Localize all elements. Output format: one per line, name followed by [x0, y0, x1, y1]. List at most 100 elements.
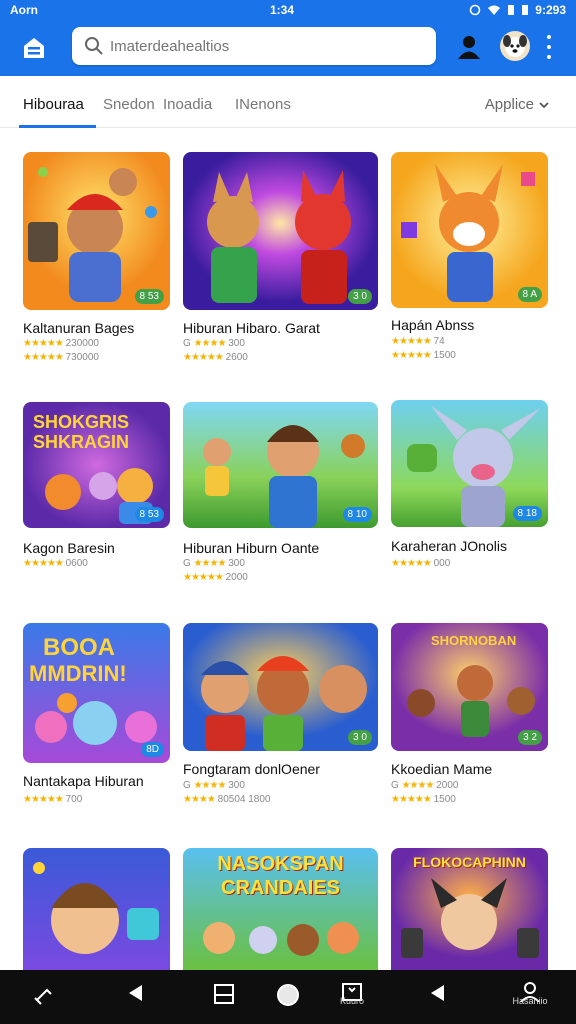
rating-stars: ★★★★★ — [391, 350, 432, 361]
game-rating: G ★★★★ 300 — [183, 338, 245, 349]
rating-stars: ★★★★★ — [23, 338, 64, 349]
game-rating: ★★★★★ 74 — [391, 336, 445, 347]
tab-inoadia[interactable]: Inoadia — [163, 96, 212, 113]
game-thumbnail[interactable]: SHORNOBAN 3 2 — [391, 623, 548, 751]
rotate-icon — [34, 988, 52, 1005]
game-thumbnail[interactable]: 8 53 — [23, 152, 170, 310]
game-rating: ★★★★★ 000 — [391, 558, 451, 569]
home-circle-icon — [277, 984, 299, 1006]
game-thumbnail[interactable] — [23, 848, 170, 970]
banner-text: NASOKSPAN CRANDAIES — [217, 853, 350, 899]
game-thumbnail[interactable]: NASOKSPAN CRANDAIES — [183, 848, 378, 970]
back-triangle-icon — [431, 985, 444, 1001]
active-tab-indicator — [19, 125, 96, 128]
sort-label: Applice — [484, 96, 534, 113]
search-input[interactable] — [110, 35, 420, 57]
game-rating-count: ★★★★★ 1500 — [391, 794, 456, 805]
tab-snedon[interactable]: Snedon — [103, 96, 155, 113]
game-badge: 8 53 — [134, 289, 164, 304]
battery-icon — [508, 5, 515, 15]
svg-text:SHKRAGIN: SHKRAGIN — [33, 432, 129, 452]
app-home-icon — [24, 38, 44, 58]
chevron-down-icon — [539, 101, 549, 108]
game-thumbnail[interactable]: 8 18 — [391, 400, 548, 527]
svg-text:MMDRIN!: MMDRIN! — [29, 661, 127, 686]
game-rating-count: ★★★★ 80504 1800 — [183, 794, 271, 805]
game-badge: 8 53 — [134, 507, 164, 522]
game-rating-count: ★★★★★ 2600 — [183, 352, 248, 363]
sync-icon — [469, 4, 481, 16]
back-triangle-icon — [129, 985, 142, 1001]
game-thumbnail[interactable]: BOOA MMDRIN! 8D — [23, 623, 170, 763]
nav-back-button[interactable] — [116, 982, 156, 1009]
category-tabs: Hibouraa Snedon Inoadia INenons Applice — [0, 76, 576, 128]
svg-text:SHORNOBAN: SHORNOBAN — [431, 633, 516, 648]
svg-text:BOOA: BOOA — [43, 634, 115, 661]
signal-icon — [522, 5, 529, 15]
game-badge: 8 A — [517, 287, 542, 302]
game-title: Kagon Baresin — [23, 540, 115, 556]
nav-library-label: Kuuro — [339, 996, 365, 1006]
home-button[interactable] — [18, 32, 50, 64]
rating-stars: ★★★★ — [183, 794, 216, 805]
search-bar[interactable] — [72, 27, 436, 65]
game-title: Kkoedian Mame — [391, 761, 493, 777]
nav-recents-button[interactable] — [204, 982, 244, 1011]
game-title: Fongtaram donlOener — [183, 761, 320, 777]
game-title: Nantakapa Hiburan — [23, 773, 144, 789]
game-rating: ★★★★★ 0600 — [23, 558, 88, 569]
rating-stars: ★★★★★ — [23, 558, 64, 569]
rating-stars: ★★★★★ — [391, 794, 432, 805]
status-time: 9:293 — [535, 3, 566, 17]
game-thumbnail[interactable]: 8 A — [391, 152, 548, 308]
more-options-icon[interactable] — [542, 32, 556, 62]
game-title: Hiburan Hiburn Oante — [183, 540, 320, 556]
game-badge: 3 0 — [348, 730, 372, 745]
game-thumbnail[interactable]: 8 10 — [183, 402, 378, 528]
app-bar — [0, 20, 576, 76]
game-thumbnail[interactable]: 3 0 — [183, 152, 378, 310]
game-rating: G ★★★★ 300 — [183, 780, 245, 791]
banner-text: FLOKOCAPHINN — [413, 854, 526, 870]
recents-icon — [214, 984, 234, 1004]
game-rating-count: ★★★★★ 1500 — [391, 350, 456, 361]
rating-stars: ★★★★★ — [183, 572, 224, 583]
search-icon — [85, 37, 103, 55]
game-badge: 8D — [141, 742, 164, 757]
nav-back-gesture[interactable] — [24, 982, 64, 1013]
rating-stars: ★★★★★ — [23, 794, 64, 805]
status-icons: 9:293 — [469, 3, 566, 17]
game-thumbnail[interactable]: 3 0 — [183, 623, 378, 751]
nav-back-button-2[interactable] — [418, 982, 458, 1009]
wifi-icon — [488, 5, 501, 15]
game-title: Kaltanuran Bages — [23, 320, 135, 336]
game-badge: 3 0 — [348, 289, 372, 304]
rating-stars: ★★★★ — [193, 558, 227, 569]
nav-profile-label: Hasaniio — [512, 996, 548, 1006]
rating-stars: ★★★★ — [401, 780, 435, 791]
game-title: Karaheran JOnolis — [391, 538, 507, 554]
rating-stars: ★★★★★ — [391, 558, 432, 569]
tab-hibouraa[interactable]: Hibouraa — [23, 96, 84, 113]
svg-text:SHOKGRIS: SHOKGRIS — [33, 412, 129, 432]
rating-stars: ★★★★ — [193, 338, 227, 349]
nav-home-button[interactable] — [268, 982, 308, 1013]
avatar[interactable] — [500, 31, 530, 61]
status-bar: Aorn 1:34 9:293 — [0, 0, 576, 20]
game-badge: 8 10 — [342, 507, 372, 522]
game-thumbnail[interactable]: SHOKGRIS SHKRAGIN 8 53 — [23, 402, 170, 528]
status-center: 1:34 — [270, 3, 295, 17]
rating-stars: ★★★★★ — [183, 352, 224, 363]
bottom-nav: Kuuro Hasaniio — [0, 970, 576, 1024]
sort-dropdown[interactable]: Applice — [485, 96, 550, 113]
tab-inenons[interactable]: INenons — [235, 96, 291, 113]
game-rating-count: ★★★★★ 2000 — [183, 572, 248, 583]
rating-stars: ★★★★★ — [391, 336, 432, 347]
game-rating: ★★★★★ 700 — [23, 794, 83, 805]
game-rating-count: ★★★★★ 730000 — [23, 352, 99, 363]
account-icon[interactable] — [456, 34, 482, 60]
game-rating: ★★★★★ 230000 — [23, 338, 99, 349]
game-thumbnail[interactable]: FLOKOCAPHINN — [391, 848, 548, 970]
rating-stars: ★★★★★ — [23, 352, 64, 363]
game-title: Hiburan Hibaro. Garat — [183, 320, 320, 336]
